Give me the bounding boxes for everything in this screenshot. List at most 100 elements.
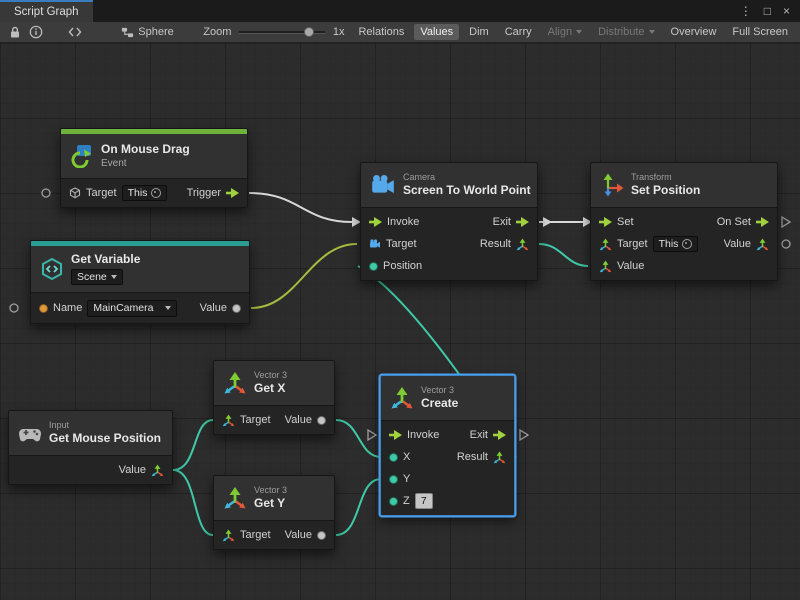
vector3-port-icon[interactable]: [151, 464, 164, 477]
close-icon[interactable]: ×: [783, 4, 790, 18]
vector3-port-icon[interactable]: [493, 451, 506, 464]
carry-button[interactable]: Carry: [499, 24, 538, 40]
object-picker-icon[interactable]: [151, 188, 161, 198]
node-get-variable[interactable]: Get Variable Scene Name MainCamera Value: [30, 240, 250, 324]
port-label-name: Name: [53, 302, 82, 314]
overview-button[interactable]: Overview: [665, 24, 723, 40]
flow-arrow-icon[interactable]: [389, 430, 402, 440]
node-screen-to-world-point[interactable]: Camera Screen To World Point Invoke Exit…: [360, 162, 538, 281]
camera-port-icon[interactable]: [369, 238, 381, 250]
vector3-port-icon[interactable]: [222, 529, 235, 542]
port-label-y: Y: [403, 473, 410, 485]
window-controls: ⋮ □ ×: [740, 0, 800, 22]
window-menu-icon[interactable]: ⋮: [740, 4, 752, 18]
node-kind: Vector 3: [254, 486, 287, 495]
graph-toolbar: Sphere Zoom 1x Relations Values Dim Carr…: [0, 22, 800, 43]
event-icon: [70, 144, 94, 168]
flow-arrow-icon[interactable]: [516, 217, 529, 227]
node-title: Get Y: [254, 497, 287, 510]
vector3-port-dot[interactable]: [369, 262, 378, 271]
graph-asset-icon: [121, 26, 134, 39]
gameobject-icon: [69, 187, 81, 199]
flow-arrow-icon[interactable]: [756, 217, 769, 227]
graph-asset[interactable]: Sphere: [117, 26, 177, 39]
vector3-port-icon[interactable]: [599, 260, 612, 273]
node-get-x[interactable]: Vector 3 Get X Target Value: [213, 360, 335, 435]
node-vector3-create[interactable]: Vector 3 Create Invoke Exit X Result: [380, 375, 515, 516]
flow-arrow-icon[interactable]: [599, 217, 612, 227]
port-label-value: Value: [200, 302, 227, 314]
port-label-target: Target: [86, 187, 117, 199]
target-this-chip[interactable]: This: [653, 236, 699, 252]
port-label-value-in: Value: [617, 260, 644, 272]
object-picker-icon[interactable]: [682, 239, 692, 249]
flow-arrow-icon[interactable]: [369, 217, 382, 227]
flow-arrow-icon[interactable]: [226, 188, 239, 198]
zoom-slider[interactable]: [239, 25, 324, 39]
node-get-mouse-position[interactable]: Input Get Mouse Position Value: [8, 410, 173, 485]
port-label-invoke: Invoke: [407, 429, 439, 441]
port-label-target: Target: [386, 238, 417, 250]
vector3-icon: [390, 386, 414, 410]
string-port-icon[interactable]: [39, 304, 48, 313]
vector3-port-icon[interactable]: [756, 238, 769, 251]
port-label-x: X: [403, 451, 410, 463]
port-label-result: Result: [480, 238, 511, 250]
node-kind: Vector 3: [254, 371, 287, 380]
node-title: On Mouse Drag: [101, 143, 190, 156]
lock-icon[interactable]: [6, 24, 23, 40]
chevron-down-icon: [576, 30, 582, 37]
port-label-invoke: Invoke: [387, 216, 419, 228]
node-kind: Transform: [631, 173, 700, 182]
distribute-button[interactable]: Distribute: [592, 24, 660, 40]
node-title: Get Mouse Position: [49, 432, 161, 445]
node-get-y[interactable]: Vector 3 Get Y Target Value: [213, 475, 335, 550]
port-label-result: Result: [457, 451, 488, 463]
graph-asset-name: Sphere: [138, 26, 173, 38]
node-title: Set Position: [631, 184, 700, 197]
align-button[interactable]: Align: [542, 24, 588, 40]
node-set-position[interactable]: Transform Set Position Set On Set Target…: [590, 162, 778, 281]
object-port-icon[interactable]: [232, 304, 241, 313]
float-port-dot[interactable]: [389, 497, 398, 506]
float-port-dot[interactable]: [389, 475, 398, 484]
code-icon[interactable]: [67, 24, 84, 40]
vector3-icon: [223, 486, 247, 510]
port-label-position: Position: [383, 260, 422, 272]
values-button[interactable]: Values: [414, 24, 459, 40]
maximize-icon[interactable]: □: [764, 4, 771, 18]
tab-title: Script Graph: [14, 6, 79, 18]
port-label-value-out: Value: [724, 238, 751, 250]
float-port-icon[interactable]: [317, 416, 326, 425]
float-port-dot[interactable]: [389, 453, 398, 462]
vector3-icon: [223, 371, 247, 395]
relations-button[interactable]: Relations: [352, 24, 410, 40]
variable-scope-dropdown[interactable]: Scene: [71, 269, 123, 285]
flow-arrow-icon[interactable]: [493, 430, 506, 440]
node-kind: Camera: [403, 173, 528, 182]
node-title: Screen To World Point: [403, 184, 528, 197]
vector3-port-icon[interactable]: [516, 238, 529, 251]
zoom-value: 1x: [333, 26, 345, 38]
transform-icon: [600, 173, 624, 197]
node-on-mouse-drag[interactable]: On Mouse Drag Event Target This Trigger: [60, 128, 248, 208]
node-title: Get Variable: [71, 253, 140, 266]
chevron-down-icon: [111, 275, 117, 282]
z-value-field[interactable]: 7: [415, 493, 433, 509]
vector3-port-icon[interactable]: [222, 414, 235, 427]
variable-name-dropdown[interactable]: MainCamera: [87, 300, 177, 317]
port-label-value: Value: [285, 414, 312, 426]
info-icon[interactable]: [27, 24, 44, 40]
dim-button[interactable]: Dim: [463, 24, 495, 40]
node-title: Get X: [254, 382, 287, 395]
tab-script-graph[interactable]: Script Graph: [0, 0, 93, 22]
port-label-z: Z: [403, 495, 410, 507]
zoom-slider-handle[interactable]: [304, 27, 314, 37]
variable-icon: [40, 257, 64, 281]
port-label-value: Value: [119, 464, 146, 476]
port-label-target: Target: [240, 529, 271, 541]
target-this-chip[interactable]: This: [122, 185, 168, 201]
full-screen-button[interactable]: Full Screen: [726, 24, 794, 40]
float-port-icon[interactable]: [317, 531, 326, 540]
transform-port-icon[interactable]: [599, 238, 612, 251]
